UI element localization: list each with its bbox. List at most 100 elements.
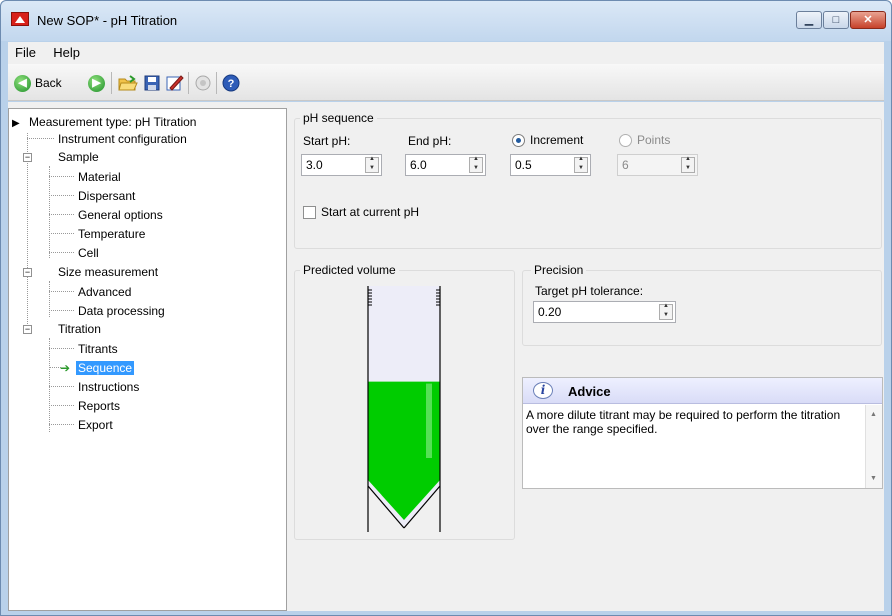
tree-item-export[interactable]: Export <box>78 417 113 434</box>
tree-guide <box>49 195 74 196</box>
start-ph-spin-buttons[interactable] <box>365 156 379 173</box>
collapse-sample-icon[interactable]: − <box>23 153 32 162</box>
tree-item-sequence-label: Sequence <box>76 361 135 375</box>
points-radio[interactable] <box>619 134 632 147</box>
target-ph-tolerance-label: Target pH tolerance: <box>535 284 644 298</box>
tree-item-instrument-configuration[interactable]: Instrument configuration <box>58 131 187 148</box>
tree-guide <box>49 214 74 215</box>
tree-item-titration[interactable]: Titration <box>58 321 101 338</box>
increment-spin-buttons[interactable] <box>574 156 588 173</box>
folder-open-icon <box>118 75 138 91</box>
burette-highlight <box>426 383 432 458</box>
precision-title: Precision <box>531 263 587 277</box>
tree-guide <box>49 310 74 311</box>
advice-scrollbar[interactable]: ▲ ▼ <box>865 405 882 488</box>
advice-header: i Advice <box>523 378 882 404</box>
points-spinbox[interactable]: 6 <box>617 154 698 176</box>
tree-guide <box>49 233 74 234</box>
tree-guide <box>27 138 54 139</box>
tree-item-size-measurement[interactable]: Size measurement <box>58 264 158 281</box>
toolbar-separator <box>188 72 189 94</box>
help-button[interactable]: ? <box>222 74 240 92</box>
tree-item-dispersant[interactable]: Dispersant <box>78 188 135 205</box>
ph-sequence-title: pH sequence <box>300 111 377 125</box>
save-button[interactable] <box>144 74 160 92</box>
tree-item-general-options[interactable]: General options <box>78 207 163 224</box>
close-button[interactable]: ✕ <box>850 11 886 29</box>
disabled-icon <box>195 75 211 91</box>
title-bar[interactable]: New SOP* - pH Titration ▁ □ ✕ <box>1 1 891 41</box>
tree-root[interactable]: ▶ Measurement type: pH Titration <box>12 114 196 131</box>
start-at-current-ph-checkbox[interactable] <box>303 206 316 219</box>
arrow-right-icon: ➔ <box>60 361 71 375</box>
content-area: ▶ Measurement type: pH Titration Instrum… <box>8 102 884 611</box>
tree-arrow-icon: ▶ <box>12 118 20 129</box>
forward-button[interactable]: ▶ <box>88 74 105 92</box>
menu-help[interactable]: Help <box>46 42 87 60</box>
start-ph-value: 3.0 <box>306 158 323 172</box>
tree-item-advanced[interactable]: Advanced <box>78 284 131 301</box>
arrow-right-icon: ▶ <box>88 74 105 92</box>
edit-button[interactable] <box>166 74 184 92</box>
scroll-down-icon[interactable]: ▼ <box>870 475 877 482</box>
end-ph-value: 6.0 <box>410 158 427 172</box>
menu-file[interactable]: File <box>8 42 43 60</box>
maximize-button[interactable]: □ <box>823 11 849 29</box>
increment-label[interactable]: Increment <box>530 133 583 147</box>
tree-guide <box>49 281 50 317</box>
end-ph-spinbox[interactable]: 6.0 <box>405 154 486 176</box>
navigation-tree: ▶ Measurement type: pH Titration Instrum… <box>8 108 287 611</box>
points-value: 6 <box>622 158 629 172</box>
scroll-up-icon[interactable]: ▲ <box>870 411 877 418</box>
collapse-titration-icon[interactable]: − <box>23 325 32 334</box>
open-button[interactable] <box>118 74 138 92</box>
arrow-left-icon: ◀ <box>14 74 31 92</box>
tree-guide <box>49 348 74 349</box>
help-icon: ? <box>222 74 240 92</box>
ph-sequence-group <box>294 118 882 249</box>
end-ph-spin-buttons[interactable] <box>469 156 483 173</box>
tree-guide <box>49 166 50 258</box>
target-ph-tolerance-spin-buttons[interactable] <box>659 303 673 320</box>
points-label[interactable]: Points <box>637 133 670 147</box>
collapse-size-icon[interactable]: − <box>23 268 32 277</box>
tree-guide <box>49 405 74 406</box>
svg-text:?: ? <box>228 78 235 90</box>
back-label: Back <box>35 76 62 90</box>
tree-item-reports[interactable]: Reports <box>78 398 120 415</box>
target-ph-tolerance-spinbox[interactable]: 0.20 <box>533 301 676 323</box>
menu-bar: File Help <box>8 42 884 64</box>
edit-icon <box>166 75 184 91</box>
tree-item-temperature[interactable]: Temperature <box>78 226 145 243</box>
tree-item-sample[interactable]: Sample <box>58 149 99 166</box>
disabled-button[interactable] <box>194 74 212 92</box>
toolbar-separator <box>216 72 217 94</box>
start-ph-spinbox[interactable]: 3.0 <box>301 154 382 176</box>
tree-item-sequence[interactable]: Sequence <box>76 360 135 377</box>
tree-guide <box>49 176 74 177</box>
tree-item-instructions[interactable]: Instructions <box>78 379 139 396</box>
end-ph-label: End pH: <box>408 134 452 148</box>
start-ph-label: Start pH: <box>303 134 351 148</box>
save-icon <box>144 75 160 91</box>
tree-guide <box>49 252 74 253</box>
back-button[interactable]: ◀ Back <box>14 74 62 92</box>
advice-title: Advice <box>568 384 611 399</box>
tree-item-cell[interactable]: Cell <box>78 245 99 262</box>
tree-item-data-processing[interactable]: Data processing <box>78 303 165 320</box>
points-spin-buttons[interactable] <box>681 156 695 173</box>
minimize-button[interactable]: ▁ <box>796 11 822 29</box>
tree-guide <box>27 133 28 328</box>
tree-item-titrants[interactable]: Titrants <box>78 341 118 358</box>
tree-guide <box>49 386 74 387</box>
increment-radio[interactable] <box>512 134 525 147</box>
info-icon: i <box>533 382 553 399</box>
start-at-current-ph-label[interactable]: Start at current pH <box>321 205 419 219</box>
tree-root-label: Measurement type: pH Titration <box>29 115 197 129</box>
increment-spinbox[interactable]: 0.5 <box>510 154 591 176</box>
window-title: New SOP* - pH Titration <box>37 13 178 28</box>
tree-guide <box>49 338 50 432</box>
predicted-volume-title: Predicted volume <box>300 263 399 277</box>
tree-item-material[interactable]: Material <box>78 169 121 186</box>
target-ph-tolerance-value: 0.20 <box>538 305 562 319</box>
